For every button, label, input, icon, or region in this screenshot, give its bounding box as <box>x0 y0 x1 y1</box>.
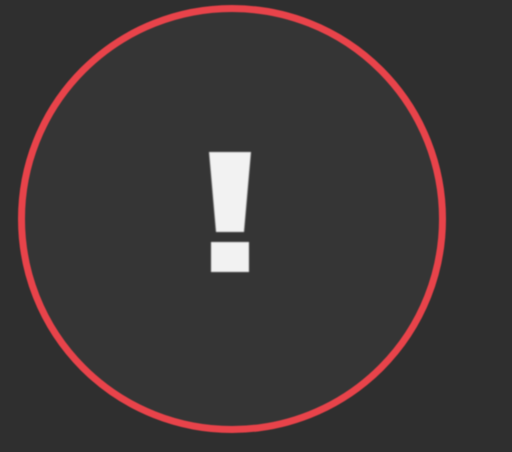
alert-icon-view <box>0 0 512 452</box>
exclamation-icon <box>205 150 255 278</box>
